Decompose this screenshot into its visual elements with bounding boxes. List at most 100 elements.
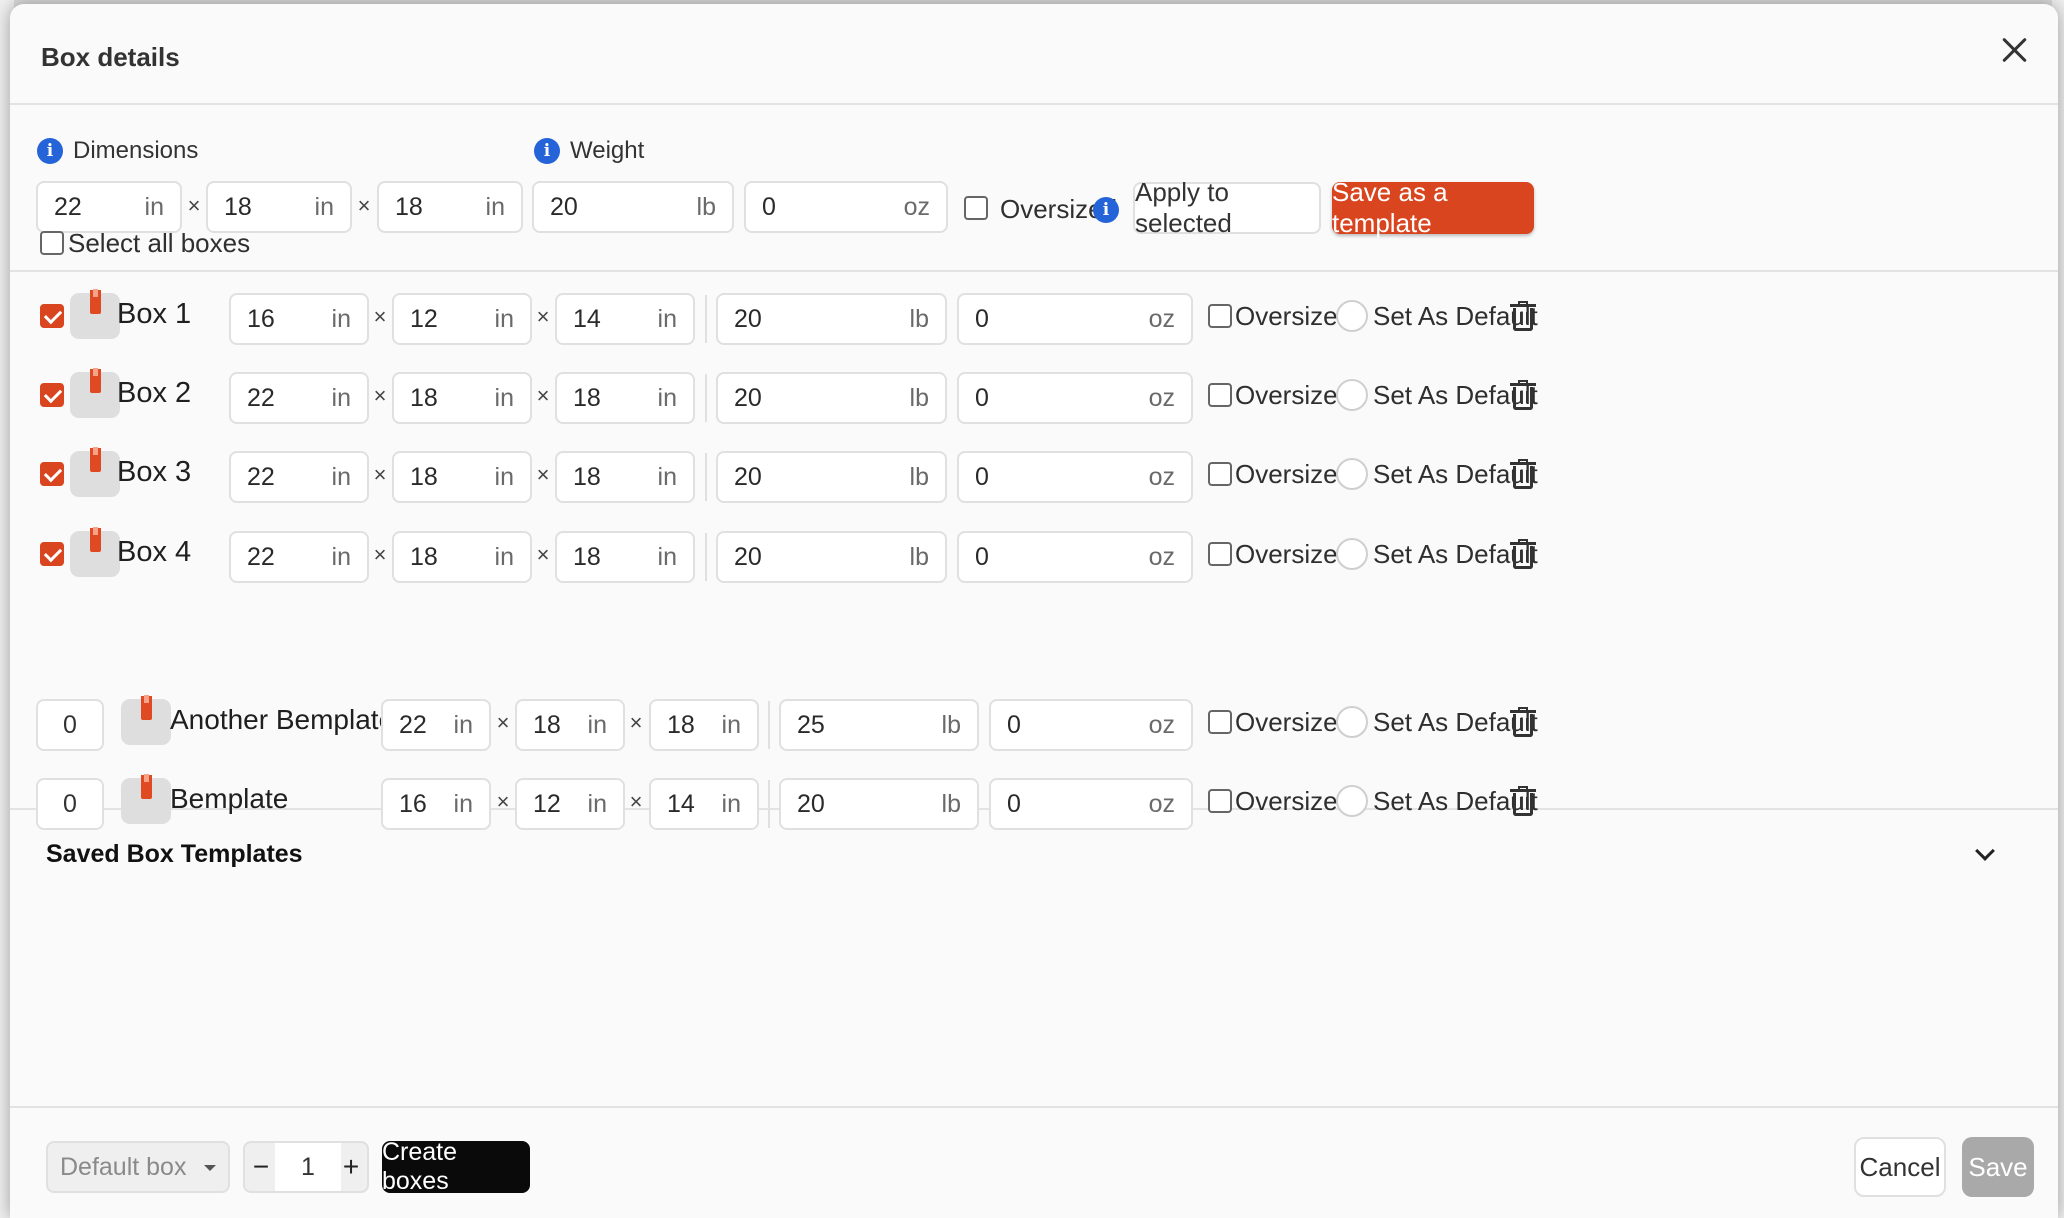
- bulk-oversized-checkbox[interactable]: [964, 196, 988, 220]
- save-button[interactable]: Save: [1962, 1137, 2034, 1197]
- template-height-input[interactable]: 14 in: [649, 778, 759, 830]
- bulk-width-input[interactable]: 18 in: [206, 181, 352, 233]
- template-oversized-checkbox[interactable]: [1208, 710, 1232, 734]
- template-quantity-input[interactable]: 0: [36, 778, 104, 830]
- box-weight-oz-input[interactable]: 0 oz: [957, 451, 1193, 503]
- trash-icon[interactable]: [1510, 301, 1536, 331]
- divider: [705, 533, 707, 581]
- template-name: Bemplate: [170, 783, 289, 814]
- box-weight-lb-input[interactable]: 20 lb: [716, 531, 947, 583]
- bulk-height-input[interactable]: 18 in: [377, 181, 523, 233]
- box-icon: [121, 774, 171, 824]
- saved-templates-title: Saved Box Templates: [46, 840, 303, 868]
- divider: [768, 780, 770, 828]
- trash-icon[interactable]: [1510, 380, 1536, 410]
- box-weight-lb-input[interactable]: 20 lb: [716, 293, 947, 345]
- set-default-radio[interactable]: [1336, 785, 1368, 817]
- box-height-input[interactable]: 14 in: [555, 293, 695, 345]
- box-oversized-label: Oversized: [1235, 301, 1353, 331]
- template-length-input[interactable]: 16 in: [381, 778, 491, 830]
- box-height-input[interactable]: 18 in: [555, 531, 695, 583]
- bulk-length-input[interactable]: 22 in: [36, 181, 182, 233]
- box-oversized-checkbox[interactable]: [1208, 304, 1232, 328]
- trash-icon[interactable]: [1510, 459, 1536, 489]
- box-length-input[interactable]: 16 in: [229, 293, 369, 345]
- template-weight-oz-input[interactable]: 0 oz: [989, 778, 1193, 830]
- box-icon: [121, 695, 171, 745]
- times-sign: ×: [536, 462, 550, 487]
- template-name: Another Bemplate: [170, 704, 395, 735]
- box-row-checkbox[interactable]: [40, 383, 64, 407]
- select-all-checkbox[interactable]: [40, 231, 64, 255]
- template-height-input[interactable]: 18 in: [649, 699, 759, 751]
- set-default-radio[interactable]: [1336, 379, 1368, 411]
- save-as-template-button[interactable]: Save as a template: [1332, 177, 1534, 238]
- box-icon: [70, 447, 120, 497]
- times-sign: ×: [357, 193, 371, 218]
- box-icon: [70, 368, 120, 418]
- bulk-weight-oz-input[interactable]: 0 oz: [744, 181, 948, 233]
- box-row-checkbox[interactable]: [40, 542, 64, 566]
- times-sign: ×: [373, 462, 387, 487]
- box-weight-lb-input[interactable]: 20 lb: [716, 372, 947, 424]
- info-icon[interactable]: i: [534, 138, 560, 164]
- template-weight-lb-input[interactable]: 25 lb: [779, 699, 979, 751]
- chevron-down-icon[interactable]: [1975, 841, 1995, 861]
- default-box-select[interactable]: Default box: [46, 1141, 230, 1193]
- template-weight-lb-input[interactable]: 20 lb: [779, 778, 979, 830]
- box-weight-lb-input[interactable]: 20 lb: [716, 451, 947, 503]
- box-count-stepper[interactable]: − 1 +: [243, 1141, 369, 1193]
- set-default-radio[interactable]: [1336, 538, 1368, 570]
- box-row-checkbox[interactable]: [40, 304, 64, 328]
- template-width-input[interactable]: 12 in: [515, 778, 625, 830]
- increment-button[interactable]: +: [337, 1143, 365, 1191]
- weight-label: Weight: [570, 137, 645, 164]
- box-oversized-checkbox[interactable]: [1208, 542, 1232, 566]
- template-weight-oz-input[interactable]: 0 oz: [989, 699, 1193, 751]
- box-details-dialog: Box details i Dimensions i Weight 22 in ×…: [10, 4, 2058, 1218]
- box-weight-oz-input[interactable]: 0 oz: [957, 372, 1193, 424]
- box-length-input[interactable]: 22 in: [229, 372, 369, 424]
- box-length-input[interactable]: 22 in: [229, 451, 369, 503]
- box-weight-oz-input[interactable]: 0 oz: [957, 293, 1193, 345]
- box-width-input[interactable]: 18 in: [392, 451, 532, 503]
- box-oversized-checkbox[interactable]: [1208, 462, 1232, 486]
- info-icon[interactable]: i: [1093, 197, 1119, 223]
- divider: [705, 374, 707, 422]
- box-icon: [70, 527, 120, 577]
- dialog-header: Box details: [10, 4, 2058, 105]
- template-oversized-checkbox[interactable]: [1208, 789, 1232, 813]
- box-oversized-checkbox[interactable]: [1208, 383, 1232, 407]
- box-weight-oz-input[interactable]: 0 oz: [957, 531, 1193, 583]
- create-boxes-button[interactable]: Create boxes: [382, 1138, 530, 1195]
- trash-icon[interactable]: [1510, 707, 1536, 737]
- decrement-button[interactable]: −: [247, 1143, 275, 1191]
- close-icon[interactable]: [1996, 32, 2032, 68]
- box-length-input[interactable]: 22 in: [229, 531, 369, 583]
- info-icon[interactable]: i: [37, 138, 63, 164]
- cancel-button[interactable]: Cancel: [1854, 1137, 1946, 1197]
- bulk-weight-lb-input[interactable]: 20 lb: [532, 181, 734, 233]
- set-default-radio[interactable]: [1336, 300, 1368, 332]
- template-quantity-input[interactable]: 0: [36, 699, 104, 751]
- box-count-input[interactable]: 1: [275, 1143, 341, 1191]
- box-oversized-label: Oversized: [1235, 539, 1353, 569]
- set-default-radio[interactable]: [1336, 706, 1368, 738]
- times-sign: ×: [536, 304, 550, 329]
- trash-icon[interactable]: [1510, 539, 1536, 569]
- apply-to-selected-button[interactable]: Apply to selected: [1133, 177, 1321, 238]
- select-all-label: Select all boxes: [68, 228, 251, 258]
- box-width-input[interactable]: 18 in: [392, 372, 532, 424]
- box-height-input[interactable]: 18 in: [555, 372, 695, 424]
- box-row-checkbox[interactable]: [40, 462, 64, 486]
- template-length-input[interactable]: 22 in: [381, 699, 491, 751]
- dialog-title: Box details: [41, 42, 180, 72]
- box-width-input[interactable]: 18 in: [392, 531, 532, 583]
- template-width-input[interactable]: 18 in: [515, 699, 625, 751]
- box-width-input[interactable]: 12 in: [392, 293, 532, 345]
- box-icon: [70, 289, 120, 339]
- box-height-input[interactable]: 18 in: [555, 451, 695, 503]
- set-default-radio[interactable]: [1336, 458, 1368, 490]
- bulk-edit-section: i Dimensions i Weight 22 in × 18 in × 18 in…: [10, 107, 2058, 272]
- trash-icon[interactable]: [1510, 786, 1536, 816]
